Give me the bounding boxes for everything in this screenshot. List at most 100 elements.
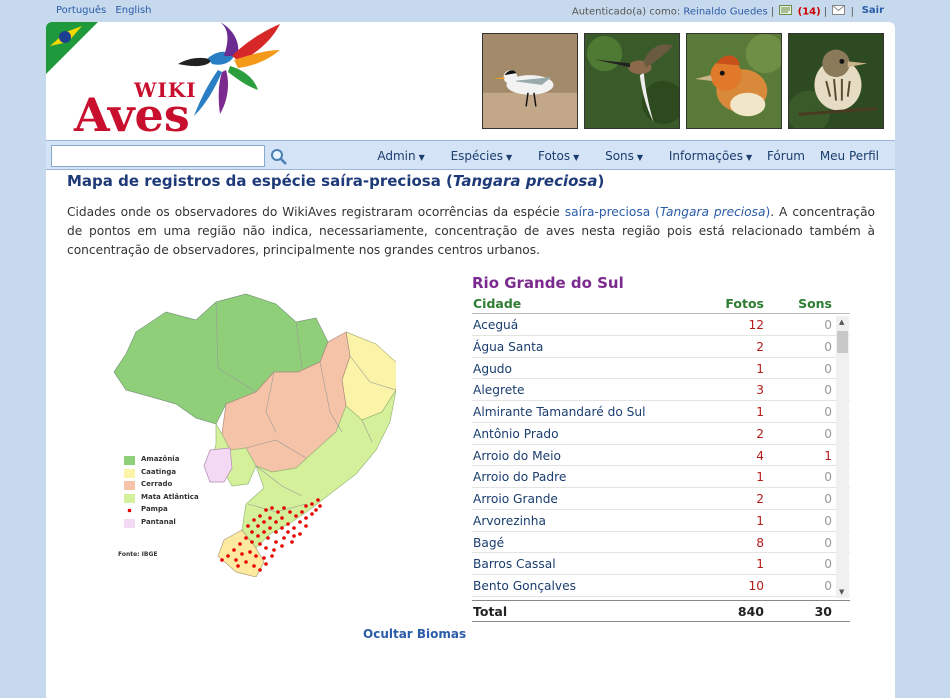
legend-swatch bbox=[124, 468, 135, 478]
legend-swatch bbox=[124, 456, 135, 465]
table-row: Arroio do Meio 4 1 bbox=[472, 445, 850, 467]
lang-english-link[interactable]: English bbox=[115, 5, 151, 16]
table-row: Aceguá 12 0 bbox=[472, 314, 850, 336]
species-link-common: saíra-preciosa ( bbox=[564, 205, 660, 219]
photos-count-link[interactable]: 2 bbox=[756, 492, 764, 506]
brazil-biome-map[interactable] bbox=[106, 272, 396, 577]
table-row: Agudo 1 0 bbox=[472, 358, 850, 380]
photos-count-link[interactable]: 3 bbox=[756, 383, 764, 397]
nav-menu: Admin ▼ Espécies ▼ Fotos ▼ Sons ▼ Informaçõe… bbox=[355, 149, 879, 163]
separator: | bbox=[823, 6, 828, 18]
header-photos: Fotos bbox=[725, 296, 764, 311]
table-row: Alegrete 3 0 bbox=[472, 379, 850, 401]
photos-count-link[interactable]: 1 bbox=[756, 362, 764, 376]
nav-item-meu-perfil[interactable]: Meu Perfil bbox=[820, 149, 879, 163]
scroll-down-icon[interactable]: ▼ bbox=[839, 588, 844, 596]
sounds-count: 0 bbox=[824, 383, 832, 398]
separator: | bbox=[770, 6, 775, 18]
table-row: Arroio Grande 2 0 bbox=[472, 488, 850, 510]
header-sounds: Sons bbox=[798, 296, 832, 311]
photos-count-link[interactable]: 2 bbox=[756, 340, 764, 354]
nav-item-informacoes[interactable]: Informações ▼ bbox=[658, 149, 752, 163]
photos-count-link[interactable]: 1 bbox=[756, 557, 764, 571]
city-link[interactable]: Alegrete bbox=[473, 383, 524, 397]
legend-swatch bbox=[124, 518, 135, 528]
photos-count-link[interactable]: 1 bbox=[756, 470, 764, 484]
scrollbar-thumb[interactable] bbox=[837, 331, 848, 353]
scroll-up-icon[interactable]: ▲ bbox=[839, 318, 844, 326]
city-link[interactable]: Arroio do Meio bbox=[473, 449, 561, 463]
lang-portuguese-link[interactable]: Português bbox=[56, 5, 106, 16]
messages-icon[interactable] bbox=[779, 5, 793, 18]
city-link[interactable]: Almirante Tamandaré do Sul bbox=[473, 405, 646, 419]
city-link[interactable]: Antônio Prado bbox=[473, 427, 559, 441]
table-row: Barros Cassal 1 0 bbox=[472, 553, 850, 575]
city-link[interactable]: Agudo bbox=[473, 362, 512, 376]
photos-count-link[interactable]: 8 bbox=[756, 536, 764, 550]
sounds-count: 0 bbox=[824, 579, 832, 593]
city-link[interactable]: Água Santa bbox=[473, 340, 543, 354]
city-link[interactable]: Arvorezinha bbox=[473, 514, 546, 528]
legend-label: Pampa bbox=[141, 505, 168, 513]
hide-biomes-link[interactable]: Ocultar Biomas bbox=[363, 627, 466, 641]
legend-label: Amazônia bbox=[141, 455, 180, 463]
photos-count-link[interactable]: 12 bbox=[748, 318, 764, 332]
photos-count-link[interactable]: 4 bbox=[756, 449, 764, 463]
search-input[interactable] bbox=[51, 145, 265, 167]
table-row: Bagé 8 0 bbox=[472, 532, 850, 554]
search-icon[interactable] bbox=[270, 148, 288, 166]
sounds-count-link[interactable]: 1 bbox=[824, 449, 832, 463]
top-bar: Português English Autenticado(a) como: R… bbox=[0, 0, 950, 22]
tern-photo[interactable] bbox=[482, 33, 578, 129]
messages-count[interactable]: (14) bbox=[798, 7, 821, 18]
nav-item-admin[interactable]: Admin ▼ bbox=[366, 149, 424, 163]
sounds-count: 0 bbox=[824, 557, 832, 572]
city-link[interactable]: Barros Cassal bbox=[473, 557, 556, 571]
city-link[interactable]: Bento Gonçalves bbox=[473, 579, 576, 593]
logout-link[interactable]: Sair bbox=[862, 5, 884, 16]
city-link[interactable]: Arroio Grande bbox=[473, 492, 558, 506]
photos-count-link[interactable]: 10 bbox=[748, 579, 764, 593]
legend-label: Mata Atlântica bbox=[141, 492, 199, 501]
table-total-row: Total 840 30 bbox=[472, 600, 850, 622]
species-link[interactable]: saíra-preciosa (Tangara preciosa) bbox=[565, 205, 770, 219]
orange-bird-photo[interactable] bbox=[686, 33, 782, 129]
nav-item-especies[interactable]: Espécies ▼ bbox=[440, 149, 513, 163]
table-row: Bento Gonçalves 10 0 bbox=[472, 575, 850, 597]
table-row: Almirante Tamandaré do Sul 1 0 bbox=[472, 401, 850, 423]
chevron-down-icon: ▼ bbox=[418, 153, 425, 162]
hummingbird-photo[interactable] bbox=[584, 33, 680, 129]
table-body[interactable]: Aceguá 12 0 Água Santa 2 0 Agudo 1 0 Alegrete 3… bbox=[472, 314, 850, 599]
wikiaves-logo[interactable]: WIKI Aves bbox=[72, 22, 302, 142]
page-title: Mapa de registros da espécie saíra-preci… bbox=[67, 172, 604, 190]
photos-count-link[interactable]: 1 bbox=[756, 514, 764, 528]
city-link[interactable]: Bagé bbox=[473, 536, 504, 550]
city-link[interactable]: Aceguá bbox=[473, 318, 518, 332]
nav-item-forum[interactable]: Fórum bbox=[767, 149, 805, 163]
sounds-count: 0 bbox=[824, 361, 832, 376]
striped-bird-photo[interactable] bbox=[788, 33, 884, 129]
chevron-down-icon: ▼ bbox=[505, 153, 513, 162]
intro-text-1: Cidades onde os observadores do WikiAves… bbox=[67, 205, 565, 219]
nav-item-label: Fotos bbox=[537, 149, 571, 163]
table-row: Arvorezinha 1 0 bbox=[472, 510, 850, 532]
photos-count-link[interactable]: 2 bbox=[756, 427, 764, 441]
logo-aves-text: Aves bbox=[74, 88, 190, 142]
header-city: Cidade bbox=[473, 296, 522, 311]
city-link[interactable]: Arroio do Padre bbox=[473, 470, 566, 484]
nav-item-sons[interactable]: Sons ▼ bbox=[594, 149, 643, 163]
legend-label: Caatinga bbox=[141, 467, 177, 476]
table-row: Antônio Prado 2 0 bbox=[472, 423, 850, 445]
sounds-count: 0 bbox=[824, 405, 832, 419]
legend-swatch bbox=[124, 481, 135, 490]
sounds-count: 0 bbox=[824, 513, 832, 528]
nav-item-fotos[interactable]: Fotos ▼ bbox=[527, 149, 579, 163]
photos-count-link[interactable]: 1 bbox=[756, 405, 764, 419]
username-link[interactable]: Reinaldo Guedes bbox=[683, 7, 767, 18]
mail-icon[interactable] bbox=[832, 5, 846, 18]
nav-item-label: Sons bbox=[605, 149, 634, 163]
title-scientific-name: Tangara preciosa bbox=[452, 172, 598, 190]
table-scrollbar[interactable]: ▲ ▼ bbox=[836, 316, 849, 598]
nav-item-label: Admin bbox=[377, 149, 416, 163]
nav-item-label: Informações bbox=[668, 149, 743, 163]
